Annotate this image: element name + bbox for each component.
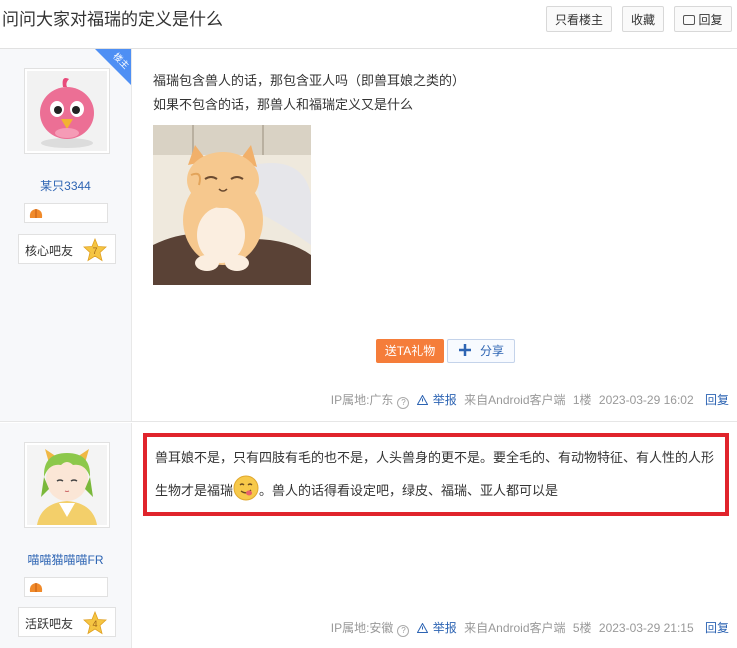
thread-header: 问问大家对福瑞的定义是什么 只看楼主 收藏 回复	[0, 0, 737, 49]
warning-icon	[416, 623, 428, 633]
medal-icon	[29, 209, 43, 218]
client-source[interactable]: 来自Android客户端	[464, 393, 565, 407]
post-meta: IP属地:安徽? 举报 来自Android客户端 5楼 2023-03-29 2…	[327, 619, 729, 637]
floor-number: 1楼	[572, 393, 592, 407]
author-sidebar: 喵喵猫喵喵FR 活跃吧友 4	[0, 423, 132, 648]
ip-location: IP属地:安徽	[330, 621, 394, 635]
content-text: 。兽人的话得看设定吧，绿皮、福瑞、亚人都可以是	[259, 483, 559, 498]
post-content: 兽耳娘不是，只有四肢有毛的也不是，人头兽身的更不是。要全毛的、有动物特征、有人性…	[155, 441, 717, 507]
op-corner-badge: 楼主	[95, 49, 131, 85]
post-time: 2023-03-29 16:02	[598, 393, 694, 407]
reply-button[interactable]: 回复	[674, 6, 732, 32]
post-time: 2023-03-29 21:15	[598, 621, 694, 635]
warning-icon	[416, 395, 428, 405]
anime-girl-avatar-image	[27, 445, 107, 525]
reply-button-label: 回复	[698, 13, 723, 27]
report-label: 举报	[432, 621, 457, 635]
level-star-icon: 7	[83, 238, 107, 262]
thread-title: 问问大家对福瑞的定义是什么	[2, 10, 223, 29]
post-floor-5: 喵喵猫喵喵FR 活跃吧友 4 兽耳娘不是，只有四肢有毛的也不是，人头兽身的更不是…	[0, 423, 737, 648]
level-number: 7	[92, 246, 97, 256]
level-name: 核心吧友	[25, 244, 74, 258]
report-label: 举报	[432, 393, 457, 407]
post-meta: IP属地:广东? 举报 来自Android客户端 1楼 2023-03-29 1…	[327, 391, 729, 409]
share-button[interactable]: 分享	[447, 339, 515, 363]
member-level[interactable]: 核心吧友 7	[18, 234, 116, 264]
floor-number: 5楼	[572, 621, 592, 635]
help-icon[interactable]: ?	[397, 625, 410, 637]
content-line: 如果不包含的话，那兽人和福瑞定义又是什么	[153, 97, 414, 112]
post-reply-link[interactable]: 回复	[705, 621, 729, 635]
plus-icon	[458, 344, 471, 356]
tongue-emoji-icon	[233, 475, 259, 501]
post-reply-link[interactable]: 回复	[705, 393, 729, 407]
highlight-box: 兽耳娘不是，只有四肢有毛的也不是，人头兽身的更不是。要全毛的、有动物特征、有人性…	[143, 433, 729, 516]
help-icon[interactable]: ?	[397, 397, 410, 409]
author-sidebar: 某只3344 核心吧友 7	[0, 49, 132, 421]
avatar[interactable]	[24, 442, 110, 528]
post-content: 福瑞包含兽人的话，那包含亚人吗（即兽耳娘之类的） 如果不包含的话，那兽人和福瑞定…	[153, 69, 465, 117]
username[interactable]: 喵喵猫喵喵FR	[0, 551, 131, 568]
level-number: 4	[92, 619, 97, 629]
post-floor-1: 某只3344 核心吧友 7 楼主 福瑞包含兽人的话，那包含亚人吗（即兽耳娘之类的…	[0, 49, 737, 422]
content-line: 福瑞包含兽人的话，那包含亚人吗（即兽耳娘之类的）	[153, 73, 466, 88]
ip-location: IP属地:广东	[330, 393, 394, 407]
level-name: 活跃吧友	[25, 617, 74, 631]
username[interactable]: 某只3344	[0, 177, 131, 194]
report-link[interactable]: 举报	[416, 621, 460, 635]
honor-badge-row	[24, 577, 108, 597]
honor-badge-row	[24, 203, 108, 223]
client-source[interactable]: 来自Android客户端	[464, 621, 565, 635]
report-link[interactable]: 举报	[416, 393, 460, 407]
medal-icon	[29, 583, 43, 592]
comment-icon	[683, 15, 696, 25]
only-op-button[interactable]: 只看楼主	[546, 6, 612, 32]
send-gift-button[interactable]: 送TA礼物	[376, 339, 444, 363]
member-level[interactable]: 活跃吧友 4	[18, 607, 116, 637]
collect-button[interactable]: 收藏	[622, 6, 664, 32]
share-label: 分享	[479, 344, 504, 358]
cat-sticker-image[interactable]	[153, 125, 311, 285]
level-star-icon: 4	[83, 611, 107, 635]
